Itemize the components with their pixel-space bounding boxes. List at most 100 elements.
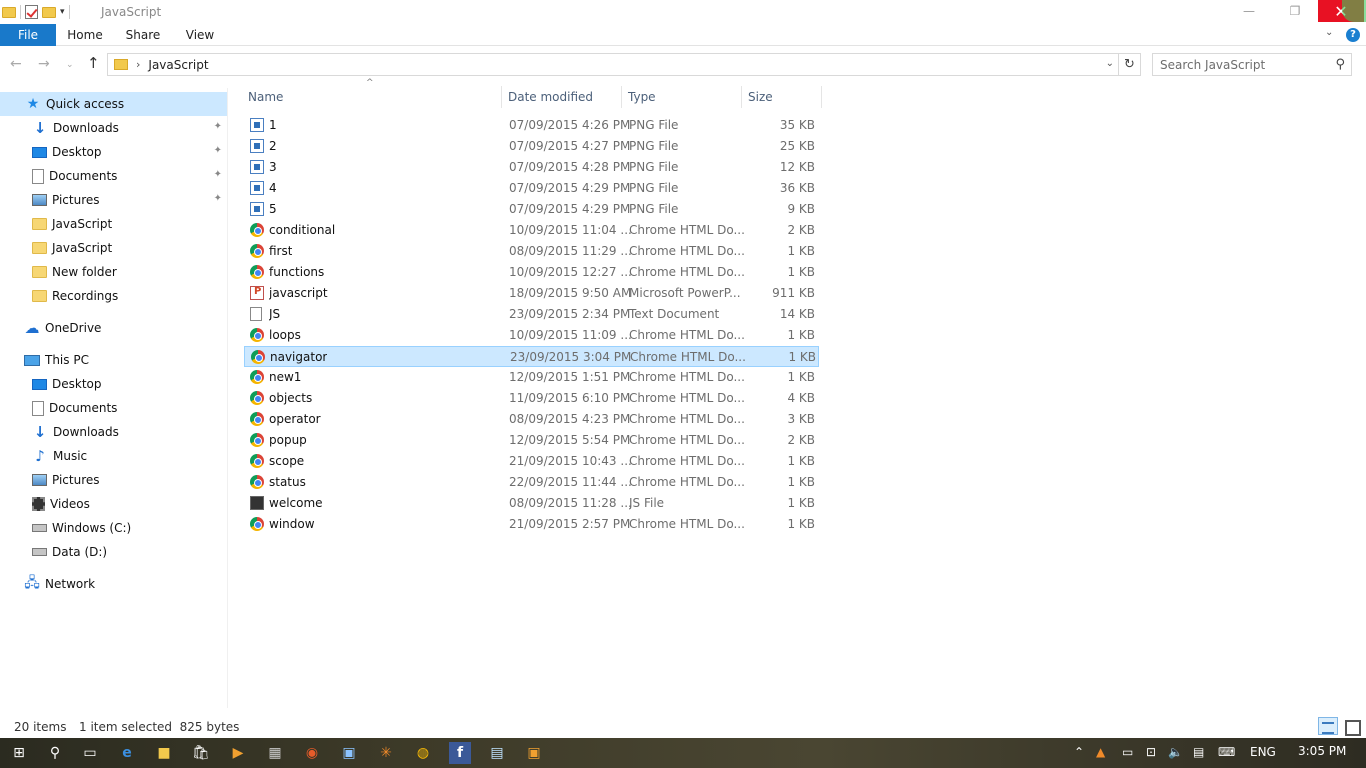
firefox-icon[interactable]: ◉ [301,742,323,764]
chevron-down-icon[interactable]: ⌄ [1106,58,1114,69]
sidebar-item-music[interactable]: ♪ Music [0,444,227,468]
minimize-button[interactable]: — [1226,0,1272,22]
video-app-icon[interactable]: ▣ [523,742,545,764]
table-row[interactable]: loops 10/09/2015 11:09 ... Chrome HTML Do.… [244,325,819,346]
network-icon[interactable]: ⊡ [1146,745,1156,759]
table-row[interactable]: first 08/09/2015 11:29 ... Chrome HTML Do.… [244,241,819,262]
new-folder-icon[interactable] [42,6,56,18]
table-row[interactable]: 1 07/09/2015 4:26 PM PNG File 35 KB [244,115,819,136]
sidebar-item-recordings[interactable]: Recordings [0,284,227,308]
facebook-icon[interactable]: f [449,742,471,764]
edge-icon[interactable]: e [116,742,138,764]
tab-share[interactable]: Share [114,24,172,46]
keyboard-icon[interactable]: ⌨ [1218,745,1235,759]
expand-ribbon-icon[interactable]: ⌄ [1325,27,1333,38]
details-view-icon[interactable] [1318,717,1338,735]
help-icon[interactable]: ? [1346,28,1360,42]
burst-app-icon[interactable]: ✳ [375,742,397,764]
table-row[interactable]: 2 07/09/2015 4:27 PM PNG File 25 KB [244,136,819,157]
pin-icon[interactable]: ✦ [214,121,222,132]
vlc-icon[interactable]: ▲ [1096,745,1105,759]
search-icon[interactable]: ⚲ [1335,57,1345,72]
large-icons-view-icon[interactable] [1342,717,1361,736]
media-player-icon[interactable]: ▶ [227,742,249,764]
battery-icon[interactable]: ▭ [1122,745,1133,759]
store-icon[interactable]: 🛍 [190,742,212,764]
search-input[interactable] [1160,57,1320,72]
customize-toolbar-icon[interactable]: ▾ [60,7,65,17]
sidebar-item-quick-access[interactable]: ★ Quick access [0,92,227,116]
sidebar-item-pictures[interactable]: Pictures ✦ [0,188,227,212]
table-row[interactable]: objects 11/09/2015 6:10 PM Chrome HTML Do.… [244,388,819,409]
table-row[interactable]: 5 07/09/2015 4:29 PM PNG File 9 KB [244,199,819,220]
sidebar-item-pc-documents[interactable]: Documents [0,396,227,420]
sidebar-item-windows-c[interactable]: Windows (C:) [0,516,227,540]
table-row[interactable]: window 21/09/2015 2:57 PM Chrome HTML Do..… [244,514,819,535]
sidebar-item-desktop[interactable]: Desktop ✦ [0,140,227,164]
refresh-button[interactable]: ↻ [1119,53,1141,76]
tab-view[interactable]: View [172,24,228,46]
table-row[interactable]: javascript 18/09/2015 9:50 AMMicrosoft Po… [244,283,819,304]
start-icon[interactable]: ⊞ [8,742,30,764]
sidebar-item-onedrive[interactable]: ☁ OneDrive [0,316,227,340]
breadcrumb[interactable]: JavaScript [148,58,208,72]
sidebar-item-data-d[interactable]: Data (D:) [0,540,227,564]
table-row[interactable]: new1 12/09/2015 1:51 PM Chrome HTML Do... 1… [244,367,819,388]
table-row[interactable]: operator 08/09/2015 4:23 PM Chrome HTML Do… [244,409,819,430]
sidebar-item-pc-desktop[interactable]: Desktop [0,372,227,396]
pin-icon[interactable]: ✦ [214,193,222,204]
column-header-name[interactable]: Name [244,86,502,108]
language-indicator[interactable]: ENG [1250,745,1276,759]
column-header-type[interactable]: Type [624,86,742,108]
sidebar-item-network[interactable]: 🖧 Network [0,572,227,596]
sidebar-item-javascript[interactable]: JavaScript [0,212,227,236]
clock[interactable]: 3:05 PM [1298,744,1346,758]
tab-home[interactable]: Home [56,24,114,46]
column-header-size[interactable]: Size [744,86,822,108]
maximize-button[interactable]: ❐ [1272,0,1318,22]
tab-file[interactable]: File [0,24,56,46]
forward-arrow-icon[interactable]: → [38,56,50,72]
back-arrow-icon[interactable]: ← [10,56,22,72]
table-row[interactable]: conditional 10/09/2015 11:04 ... Chrome HT… [244,220,819,241]
address-bar[interactable]: › JavaScript ⌄ [107,53,1119,76]
table-row[interactable]: 3 07/09/2015 4:28 PM PNG File 12 KB [244,157,819,178]
table-row[interactable]: 4 07/09/2015 4:29 PM PNG File 36 KB [244,178,819,199]
date-modified: 08/09/2015 11:29 ... [509,244,632,258]
table-row[interactable]: scope 21/09/2015 10:43 ... Chrome HTML Do.… [244,451,819,472]
volume-icon[interactable]: 🔈 [1168,745,1183,759]
app-icon[interactable]: ▦ [264,742,286,764]
sidebar-item-new-folder[interactable]: New folder [0,260,227,284]
file-name: scope [269,454,305,468]
chrome-icon[interactable]: ◍ [412,742,434,764]
action-center-icon[interactable]: ▤ [1193,745,1204,759]
search-box[interactable]: ⚲ [1152,53,1352,76]
table-row[interactable]: functions 10/09/2015 12:27 ... Chrome HTML… [244,262,819,283]
recent-locations-icon[interactable]: ⌄ [66,60,74,70]
sidebar-item-downloads[interactable]: ↓ Downloads ✦ [0,116,227,140]
sidebar-item-documents[interactable]: Documents ✦ [0,164,227,188]
task-view-icon[interactable]: ▭ [79,742,101,764]
table-row[interactable]: navigator 23/09/2015 3:04 PM Chrome HTML D… [244,346,819,367]
sidebar-item-javascript-2[interactable]: JavaScript [0,236,227,260]
sidebar-item-this-pc[interactable]: This PC [0,348,227,372]
chevron-up-icon[interactable]: ⌃ [1074,745,1084,759]
column-header-date[interactable]: Date modified [504,86,622,108]
up-arrow-icon[interactable]: ↑ [87,54,100,72]
sidebar-item-pc-pictures[interactable]: Pictures [0,468,227,492]
folder-icon[interactable] [2,6,16,18]
sidebar-item-pc-downloads[interactable]: ↓ Downloads [0,420,227,444]
table-row[interactable]: welcome 08/09/2015 11:28 ... JS File 1 KB [244,493,819,514]
pin-icon[interactable]: ✦ [214,145,222,156]
properties-icon[interactable] [25,5,38,19]
table-row[interactable]: popup 12/09/2015 5:54 PM Chrome HTML Do...… [244,430,819,451]
table-row[interactable]: status 22/09/2015 11:44 ... Chrome HTML Do… [244,472,819,493]
sidebar-item-videos[interactable]: Videos [0,492,227,516]
search-icon[interactable]: ⚲ [44,742,66,764]
file-explorer-icon[interactable]: ■ [153,742,175,764]
table-row[interactable]: JS 23/09/2015 2:34 PM Text Document 14 KB [244,304,819,325]
chevron-right-icon[interactable]: › [136,58,140,71]
pin-icon[interactable]: ✦ [214,169,222,180]
notepad-icon[interactable]: ▤ [486,742,508,764]
app-window-icon[interactable]: ▣ [338,742,360,764]
